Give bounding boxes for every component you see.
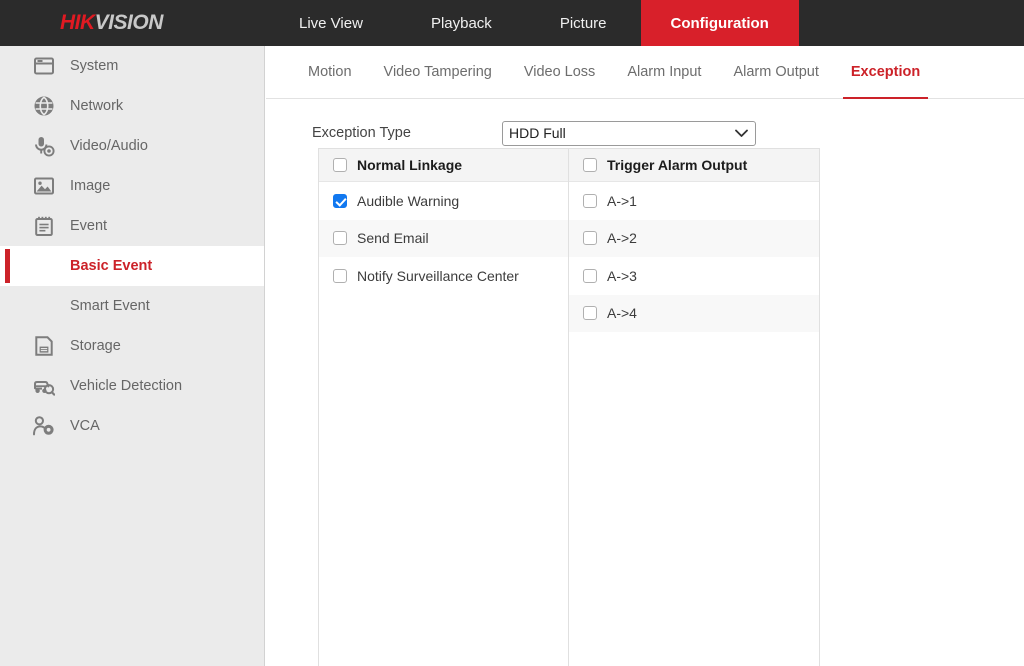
- linkage-row-label: Send Email: [357, 230, 429, 247]
- person-gear-icon: [33, 415, 55, 437]
- checkbox-notify-surveillance-center[interactable]: [333, 268, 347, 283]
- sidebar-item-label: Image: [70, 178, 111, 194]
- linkage-row[interactable]: Send Email: [319, 219, 568, 257]
- globe-icon: [33, 95, 55, 117]
- tab-alarm-input[interactable]: Alarm Input: [611, 46, 717, 99]
- exception-type-row: Exception Type HDD Full: [266, 115, 1024, 151]
- main-navigation: Live View Playback Picture Configuration: [265, 0, 799, 46]
- linkage-row-label: A->2: [607, 230, 637, 247]
- microphone-icon: [33, 135, 55, 157]
- linkage-row-label: A->1: [607, 192, 637, 209]
- exception-type-label: Exception Type: [312, 125, 411, 141]
- logo-text-vision: VISION: [94, 11, 164, 34]
- linkage-row[interactable]: A->4: [569, 294, 819, 332]
- topnav-item-picture[interactable]: Picture: [526, 0, 641, 46]
- tab-motion[interactable]: Motion: [292, 46, 368, 99]
- sidebar-item-network[interactable]: Network: [0, 86, 264, 126]
- logo-text-hik: HIK: [60, 11, 95, 34]
- trigger-alarm-output-header: Trigger Alarm Output: [569, 149, 819, 182]
- linkage-row[interactable]: A->3: [569, 257, 819, 295]
- hikvision-logo: HIK VISION: [0, 0, 265, 46]
- sidebar-item-label: Basic Event: [70, 258, 153, 274]
- checkbox-a-2[interactable]: [583, 231, 597, 246]
- sidebar-item-system[interactable]: System: [0, 46, 264, 86]
- trigger-alarm-output-header-label: Trigger Alarm Output: [607, 157, 748, 173]
- topnav-item-live-view[interactable]: Live View: [265, 0, 397, 46]
- notepad-icon: [33, 215, 55, 237]
- sidebar-item-label: Video/Audio: [70, 138, 148, 154]
- linkage-row-label: A->3: [607, 267, 637, 284]
- exception-type-select[interactable]: HDD Full: [502, 120, 756, 146]
- system-window-icon: [33, 55, 55, 77]
- sidebar-item-label: Smart Event: [70, 298, 150, 314]
- trigger-alarm-output-column: Trigger Alarm Output A->1 A->2 A->3 A->4: [569, 149, 819, 666]
- linkage-row[interactable]: Notify Surveillance Center: [319, 257, 568, 295]
- sidebar-item-label: Event: [70, 218, 108, 234]
- sidebar-item-storage[interactable]: Storage: [0, 326, 264, 366]
- normal-linkage-header-checkbox[interactable]: [333, 158, 347, 172]
- sidebar-item-image[interactable]: Image: [0, 166, 264, 206]
- tab-video-tampering[interactable]: Video Tampering: [368, 46, 508, 99]
- normal-linkage-rows: Audible Warning Send Email Notify Surveill…: [319, 182, 568, 295]
- sidebar-item-label: VCA: [70, 418, 100, 434]
- sidebar-navigation: System Network Video/Audio Image Event Basic …: [0, 46, 265, 666]
- sidebar-item-label: Storage: [70, 338, 121, 354]
- checkbox-a-3[interactable]: [583, 268, 597, 283]
- checkbox-a-1[interactable]: [583, 193, 597, 208]
- top-header-bar: HIK VISION Live View Playback Picture Config…: [0, 0, 1024, 46]
- sidebar-item-label: Vehicle Detection: [70, 378, 183, 394]
- trigger-alarm-output-rows: A->1 A->2 A->3 A->4: [569, 182, 819, 332]
- tab-video-loss[interactable]: Video Loss: [508, 46, 611, 99]
- linkage-table: Normal Linkage Audible Warning Send Email…: [318, 148, 820, 666]
- car-search-icon: [33, 375, 55, 397]
- sidebar-item-event[interactable]: Event: [0, 206, 264, 246]
- normal-linkage-header: Normal Linkage: [319, 149, 568, 182]
- sidebar-item-vca[interactable]: VCA: [0, 406, 264, 446]
- sidebar-item-label: System: [70, 58, 119, 74]
- sidebar-item-label: Network: [70, 98, 124, 114]
- sub-tab-bar: Motion Video Tampering Video Loss Alarm Inp…: [266, 46, 1024, 99]
- trigger-alarm-output-header-checkbox[interactable]: [583, 158, 597, 172]
- sidebar-item-basic-event[interactable]: Basic Event: [0, 246, 264, 286]
- checkbox-send-email[interactable]: [333, 231, 347, 246]
- floppy-disk-icon: [33, 335, 55, 357]
- linkage-row[interactable]: A->1: [569, 182, 819, 220]
- sidebar-item-smart-event[interactable]: Smart Event: [0, 286, 264, 326]
- checkbox-audible-warning[interactable]: [333, 193, 347, 208]
- linkage-row-label: Audible Warning: [357, 192, 460, 209]
- topnav-item-configuration[interactable]: Configuration: [640, 0, 799, 46]
- tab-exception[interactable]: Exception: [835, 46, 936, 99]
- picture-icon: [33, 175, 55, 197]
- linkage-row[interactable]: A->2: [569, 219, 819, 257]
- content-area: Motion Video Tampering Video Loss Alarm Inp…: [266, 46, 1024, 666]
- linkage-row[interactable]: Audible Warning: [319, 182, 568, 220]
- linkage-row-label: Notify Surveillance Center: [357, 267, 519, 284]
- sidebar-item-vehicle-detection[interactable]: Vehicle Detection: [0, 366, 264, 406]
- normal-linkage-header-label: Normal Linkage: [357, 157, 463, 173]
- tab-alarm-output[interactable]: Alarm Output: [717, 46, 834, 99]
- exception-type-select-wrap: HDD Full: [502, 120, 756, 146]
- linkage-row-label: A->4: [607, 305, 637, 322]
- checkbox-a-4[interactable]: [583, 306, 597, 321]
- sidebar-item-video-audio[interactable]: Video/Audio: [0, 126, 264, 166]
- normal-linkage-column: Normal Linkage Audible Warning Send Email…: [319, 149, 569, 666]
- topnav-item-playback[interactable]: Playback: [397, 0, 526, 46]
